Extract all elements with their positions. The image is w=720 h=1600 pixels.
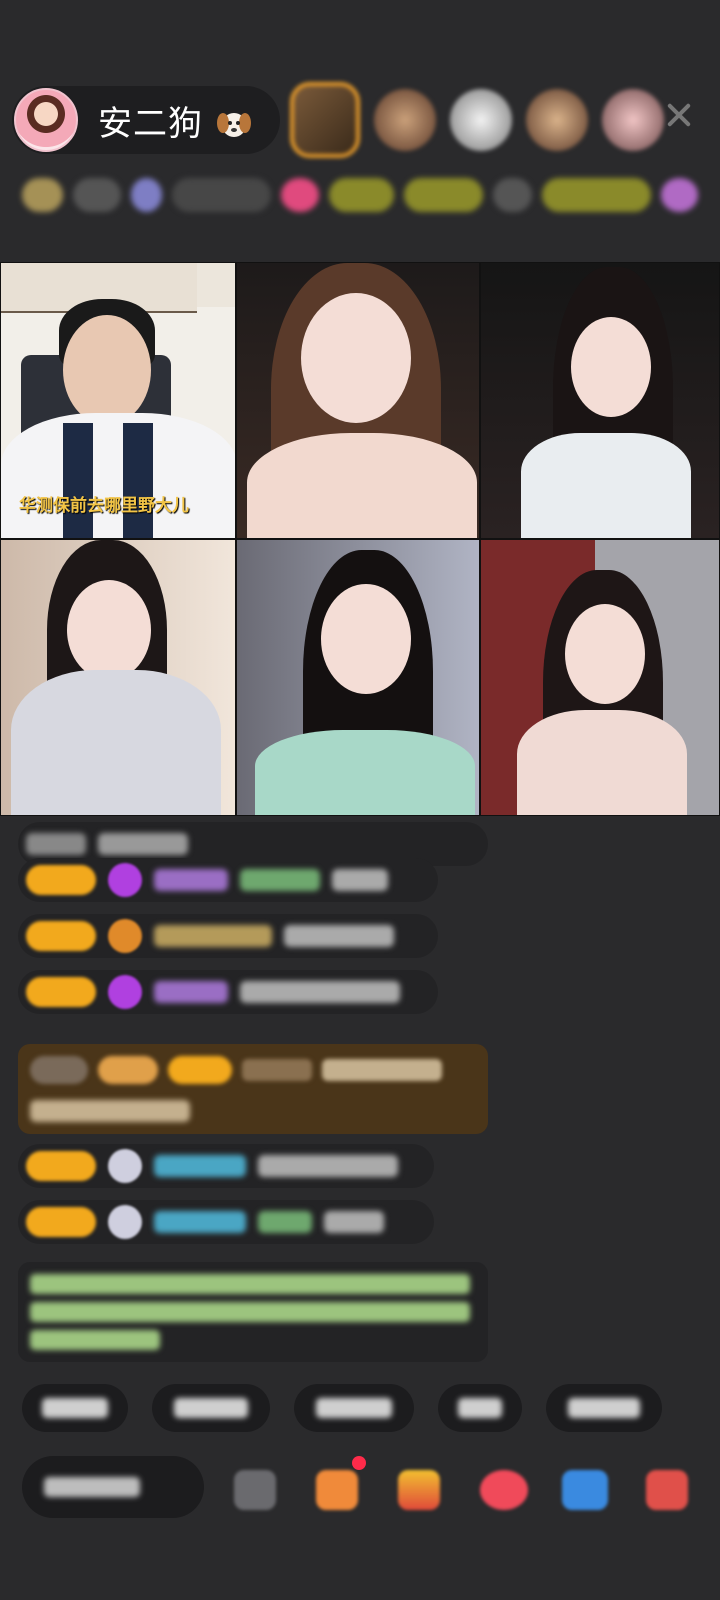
host-info-pill[interactable]: 安二狗 [12, 86, 280, 154]
video-tile-guest-3[interactable] [0, 539, 236, 816]
viewer-avatar[interactable] [602, 89, 664, 151]
multi-guest-video-grid: 华测保前去哪里野大儿 [0, 262, 720, 816]
quick-chip[interactable] [438, 1384, 522, 1432]
quick-chip[interactable] [294, 1384, 414, 1432]
chat-highlight-message [18, 1044, 488, 1134]
viewer-avatar[interactable] [374, 89, 436, 151]
close-icon[interactable] [664, 100, 694, 130]
comment-input[interactable] [22, 1456, 204, 1518]
notification-dot [352, 1456, 366, 1470]
video-tile-guest-5[interactable] [480, 539, 720, 816]
host-avatar[interactable] [14, 88, 78, 152]
dog-emoji-icon [216, 112, 251, 137]
host-name: 安二狗 [98, 96, 251, 145]
chat-message [18, 914, 438, 958]
video-tile-guest-1[interactable] [236, 262, 480, 539]
top-viewers-list [290, 82, 664, 158]
quick-chip[interactable] [22, 1384, 128, 1432]
bottom-action-bar [22, 1456, 712, 1522]
video-tile-guest-2[interactable] [480, 262, 720, 539]
quick-chip[interactable] [546, 1384, 662, 1432]
viewer-avatar[interactable] [290, 82, 360, 158]
more-icon[interactable] [234, 1470, 276, 1510]
lucky-bag-icon[interactable] [480, 1470, 528, 1510]
chat-message [18, 858, 438, 902]
live-status-bar [22, 172, 698, 218]
share-icon[interactable] [646, 1470, 688, 1510]
host-caption: 华测保前去哪里野大儿 [19, 496, 189, 516]
system-notice [18, 1262, 488, 1362]
chat-message [18, 1144, 434, 1188]
chat-message [18, 970, 438, 1014]
video-tile-guest-4[interactable] [236, 539, 480, 816]
quick-reply-chips [22, 1384, 662, 1432]
viewer-avatar[interactable] [450, 89, 512, 151]
viewer-avatar[interactable] [526, 89, 588, 151]
video-tile-host[interactable]: 华测保前去哪里野大儿 [0, 262, 236, 539]
gift-icon[interactable] [316, 1470, 358, 1510]
chat-message [18, 1200, 434, 1244]
gift-box-icon[interactable] [398, 1470, 440, 1510]
quick-chip[interactable] [152, 1384, 270, 1432]
game-icon[interactable] [562, 1470, 608, 1510]
